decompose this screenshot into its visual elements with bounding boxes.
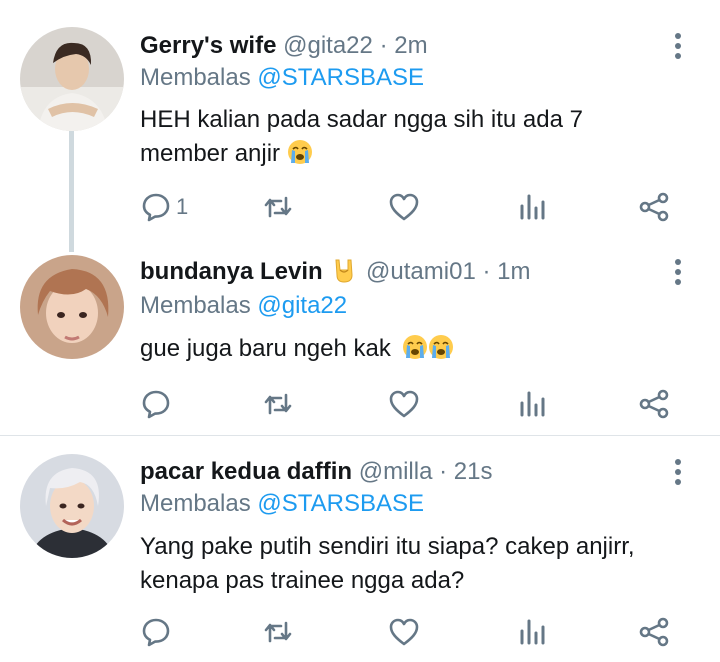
thread-line	[69, 128, 74, 252]
like-button[interactable]	[388, 187, 420, 227]
share-icon	[639, 389, 669, 419]
share-button[interactable]	[638, 187, 670, 227]
reply-icon	[142, 618, 170, 647]
retweet-button[interactable]	[262, 187, 294, 227]
avatar[interactable]	[20, 454, 124, 558]
tweet-text-line: gue juga baru ngeh kak	[140, 335, 391, 362]
separator-dot: ·	[439, 458, 448, 485]
retweet-icon	[264, 393, 292, 415]
tweet-text-line: kenapa pas trainee ngga ada?	[140, 567, 465, 594]
share-button[interactable]	[638, 612, 670, 652]
mention-link[interactable]: @STARSBASE	[257, 490, 424, 517]
loudly-crying-face-emoji	[287, 140, 312, 164]
tweet-header: Gerry's wife @gita22 · 2m	[140, 28, 428, 64]
reply-button[interactable]	[140, 384, 172, 424]
more-options-button[interactable]	[664, 254, 692, 290]
display-name[interactable]: bundanya Levin	[140, 258, 323, 285]
analytics-button[interactable]	[516, 612, 548, 652]
reply-count: 1	[176, 194, 189, 219]
tweet-1[interactable]: Gerry's wife @gita22 · 2m Membalas @STAR…	[0, 0, 720, 252]
heart-icon	[389, 390, 419, 418]
like-button[interactable]	[388, 384, 420, 424]
tweet-text-line: Yang pake putih sendiri itu siapa? cakep…	[140, 533, 635, 560]
display-name[interactable]: pacar kedua daffin	[140, 458, 352, 485]
retweet-icon	[264, 621, 292, 643]
like-button[interactable]	[388, 612, 420, 652]
retweet-button[interactable]	[262, 612, 294, 652]
sign-of-the-horns-emoji	[335, 259, 353, 283]
mention-link[interactable]: @STARSBASE	[257, 64, 424, 91]
retweet-icon	[264, 196, 292, 218]
display-name[interactable]: Gerry's wife	[140, 32, 276, 59]
replying-to-label: Membalas	[140, 64, 258, 91]
tweet-actions: 1	[140, 187, 680, 227]
separator-dot: ·	[482, 258, 491, 285]
avatar[interactable]	[20, 27, 124, 131]
analytics-icon	[520, 194, 545, 220]
more-options-button[interactable]	[664, 28, 692, 64]
tweet-header: bundanya Levin @utami01 · 1m	[140, 254, 530, 290]
more-icon	[675, 459, 681, 485]
share-icon	[639, 617, 669, 647]
reply-icon	[142, 193, 170, 222]
heart-icon	[389, 193, 419, 221]
user-handle[interactable]: @gita22	[283, 32, 373, 59]
analytics-button[interactable]	[516, 384, 548, 424]
loudly-crying-face-emoji	[428, 335, 453, 359]
share-icon	[639, 192, 669, 222]
loudly-crying-face-emoji	[402, 335, 427, 359]
replying-to: Membalas @STARSBASE	[140, 488, 424, 520]
reply-icon	[142, 390, 170, 419]
tweet-text: gue juga baru ngeh kak	[140, 332, 680, 366]
tweet-3[interactable]: pacar kedua daffin @milla · 21s Membalas…	[0, 436, 720, 662]
retweet-button[interactable]	[262, 384, 294, 424]
more-icon	[675, 259, 681, 285]
tweet-text-line: member anjir	[140, 140, 281, 167]
user-handle[interactable]: @milla	[359, 458, 433, 485]
timestamp[interactable]: 2m	[394, 32, 427, 59]
more-icon	[675, 33, 681, 59]
timestamp[interactable]: 1m	[497, 258, 530, 285]
timestamp[interactable]: 21s	[454, 458, 493, 485]
avatar[interactable]	[20, 255, 124, 359]
tweet-text: Yang pake putih sendiri itu siapa? cakep…	[140, 530, 680, 598]
share-button[interactable]	[638, 384, 670, 424]
tweet-actions	[140, 384, 680, 424]
separator-dot: ·	[379, 32, 388, 59]
heart-icon	[389, 618, 419, 646]
tweet-text: HEH kalian pada sadar ngga sih itu ada 7…	[140, 103, 680, 171]
reply-button[interactable]: 1	[140, 187, 188, 227]
reply-button[interactable]	[140, 612, 172, 652]
tweet-text-line: HEH kalian pada sadar ngga sih itu ada 7	[140, 106, 583, 133]
analytics-button[interactable]	[516, 187, 548, 227]
analytics-icon	[520, 619, 545, 645]
replying-to: Membalas @gita22	[140, 290, 347, 322]
more-options-button[interactable]	[664, 454, 692, 490]
mention-link[interactable]: @gita22	[257, 292, 347, 319]
tweet-2[interactable]: bundanya Levin @utami01 · 1m Membalas @g…	[0, 238, 720, 435]
replying-to-label: Membalas	[140, 292, 258, 319]
replying-to-label: Membalas	[140, 490, 258, 517]
user-handle[interactable]: @utami01	[366, 258, 476, 285]
tweet-header: pacar kedua daffin @milla · 21s	[140, 454, 492, 490]
tweet-actions	[140, 612, 680, 652]
analytics-icon	[520, 391, 545, 417]
replying-to: Membalas @STARSBASE	[140, 62, 424, 94]
